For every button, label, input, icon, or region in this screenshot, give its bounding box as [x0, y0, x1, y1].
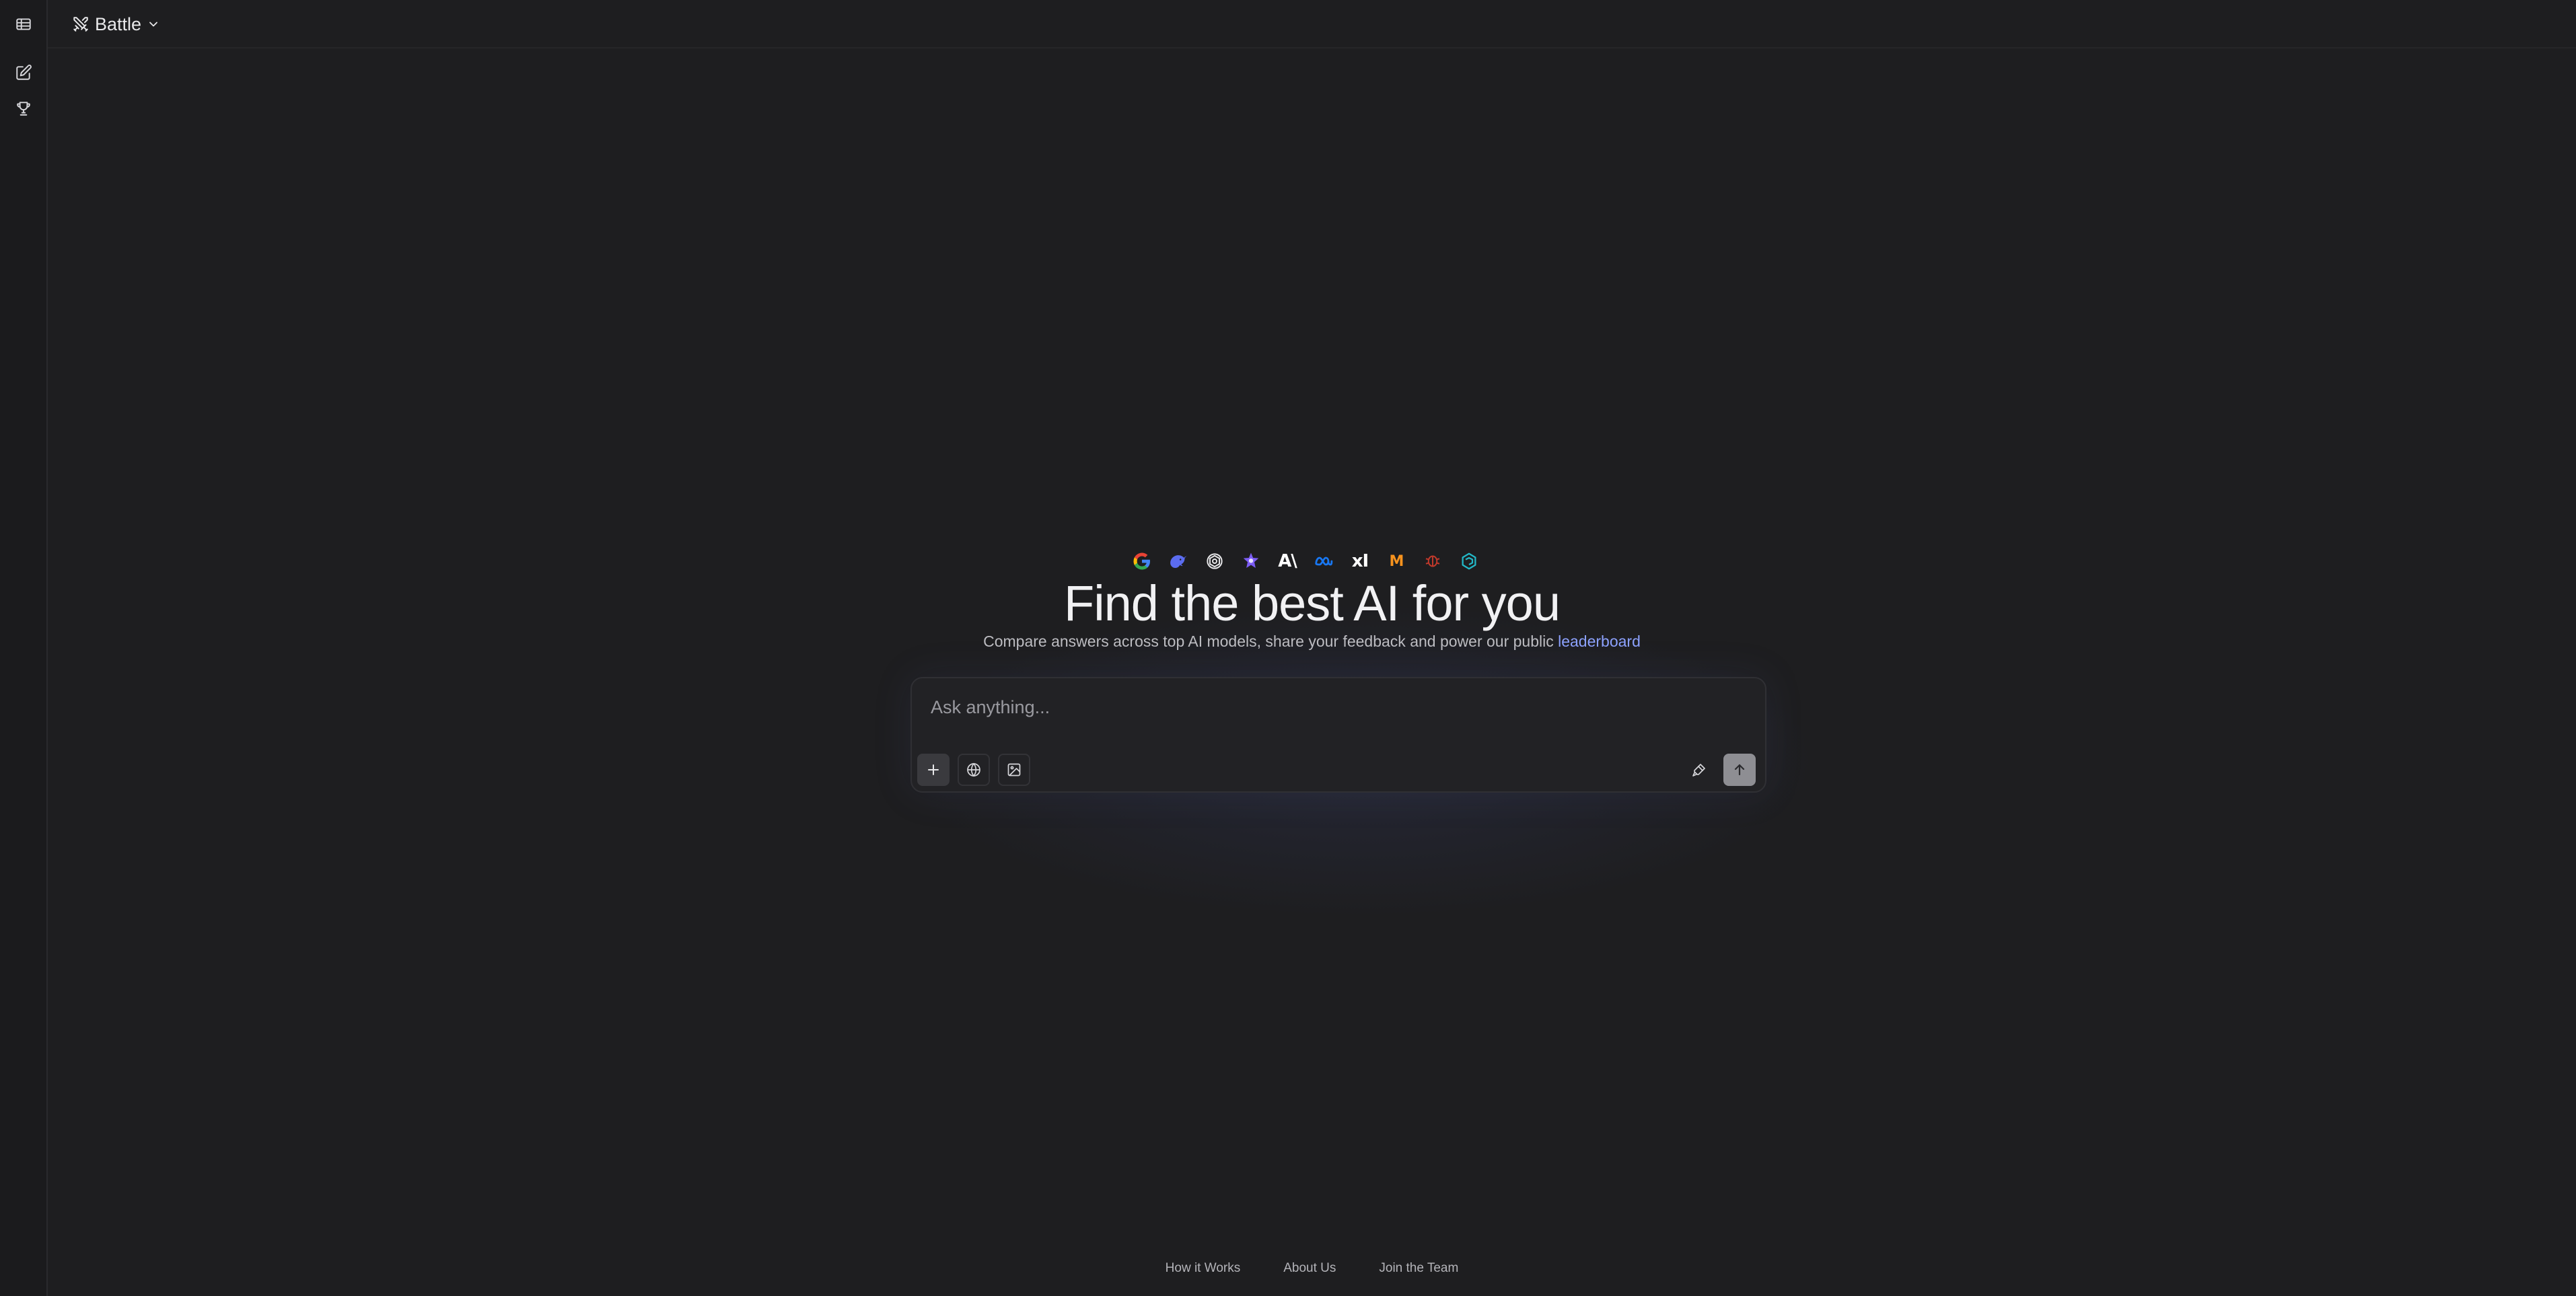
globe-icon [967, 762, 980, 777]
xai-icon: xI [1351, 551, 1369, 571]
web-search-button[interactable] [958, 754, 990, 786]
plus-icon [928, 764, 939, 775]
toggle-sidebar-button[interactable] [9, 9, 38, 39]
leaderboard-link[interactable]: leaderboard [1558, 633, 1641, 650]
page-subtitle: Compare answers across top AI models, sh… [48, 633, 2576, 651]
deepseek-icon [1168, 550, 1189, 572]
add-attachment-button[interactable] [917, 754, 950, 786]
prompt-composer [910, 677, 1766, 793]
leaderboard-button[interactable] [9, 94, 38, 123]
footer-link-how-it-works[interactable]: How it Works [1166, 1261, 1241, 1276]
footer-link-about-us[interactable]: About Us [1283, 1261, 1336, 1276]
provider-logos: A\ xI M [1131, 546, 1480, 576]
qwen-icon [1458, 550, 1480, 572]
redbug-icon [1422, 550, 1443, 572]
new-chat-icon [16, 65, 32, 80]
google-icon [1131, 550, 1153, 572]
prompt-input[interactable] [929, 696, 1723, 729]
image-icon [1007, 763, 1021, 777]
send-button[interactable] [1723, 754, 1756, 786]
new-chat-button[interactable] [9, 58, 38, 87]
anthropic-icon: A\ [1278, 551, 1297, 571]
style-control-button[interactable] [1683, 754, 1715, 786]
sidebar [0, 0, 48, 1296]
meta-icon [1313, 550, 1334, 572]
starflower-icon [1240, 550, 1262, 572]
main-content: A\ xI M Find the best AI for you Compare… [48, 0, 2576, 1296]
panel-icon [16, 18, 31, 30]
brush-icon [1692, 764, 1705, 777]
image-generation-button[interactable] [998, 754, 1030, 786]
page-title: Find the best AI for you [1064, 575, 1561, 631]
openai-icon [1204, 550, 1225, 572]
footer-link-join-the-team[interactable]: Join the Team [1379, 1261, 1458, 1276]
trophy-icon [17, 102, 30, 116]
mistral-icon: M [1389, 552, 1404, 570]
subtitle-text: Compare answers across top AI models, sh… [983, 633, 1559, 650]
arrow-up-icon [1734, 764, 1745, 776]
footer: How it Works About Us Join the Team [48, 1261, 2576, 1276]
